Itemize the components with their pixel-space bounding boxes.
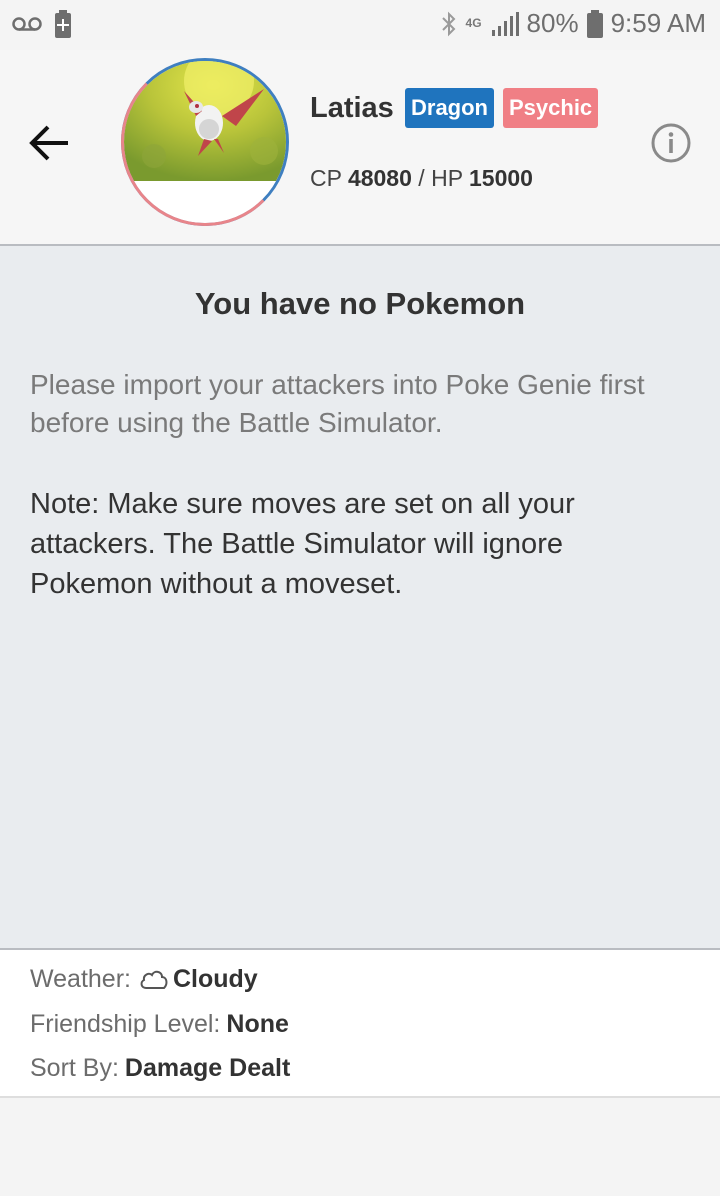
- sort-setting[interactable]: Sort By: Damage Dealt: [30, 1054, 290, 1083]
- pokemon-avatar: [121, 58, 289, 226]
- cp-label: CP: [310, 165, 342, 191]
- status-left: [12, 10, 72, 38]
- weather-setting[interactable]: Weather: Cloudy: [30, 965, 258, 994]
- stats-separator: /: [418, 165, 425, 191]
- hp-value: 15000: [469, 165, 533, 191]
- weather-label: Weather:: [30, 965, 131, 993]
- battery-saver-icon: [55, 10, 71, 38]
- pokemon-header: Latias Dragon Psychic CP 48080 / HP 1500…: [0, 50, 720, 246]
- voicemail-icon: [12, 17, 42, 31]
- info-icon[interactable]: [650, 122, 692, 164]
- pokemon-image: [124, 61, 286, 223]
- signal-icon: [491, 11, 519, 36]
- bluetooth-icon: [441, 11, 455, 36]
- battery-icon: [586, 9, 603, 38]
- type-badge-psychic: Psychic: [503, 88, 599, 128]
- status-right: 4G 80% 9:59 AM: [441, 8, 706, 39]
- back-arrow-icon[interactable]: [26, 120, 72, 166]
- hp-label: HP: [431, 165, 463, 191]
- sort-label: Sort By:: [30, 1054, 119, 1082]
- weather-value: Cloudy: [172, 965, 258, 993]
- empty-state-panel: You have no Pokemon Please import your a…: [0, 246, 720, 948]
- status-time: 9:59 AM: [610, 8, 706, 38]
- battery-percent: 80%: [526, 8, 579, 38]
- pokemon-name: Latias: [310, 92, 394, 124]
- empty-state-note: Note: Make sure moves are set on all you…: [30, 488, 575, 600]
- friendship-setting[interactable]: Friendship Level: None: [30, 1010, 289, 1039]
- pokemon-stats: CP 48080 / HP 15000: [310, 165, 533, 192]
- empty-state-message: Please import your attackers into Poke G…: [30, 369, 645, 438]
- cloud-icon: [140, 970, 168, 989]
- cp-value: 48080: [347, 165, 412, 191]
- network-type-label: 4G: [465, 16, 482, 30]
- battle-settings: Weather: Cloudy Friendship Level: None S…: [0, 948, 720, 1098]
- empty-state-title: You have no Pokemon: [194, 286, 526, 321]
- type-badge-dragon: Dragon: [405, 88, 494, 128]
- sort-value: Damage Dealt: [124, 1054, 291, 1082]
- friendship-label: Friendship Level:: [30, 1010, 221, 1038]
- friendship-value: None: [226, 1010, 289, 1038]
- status-bar: 4G 80% 9:59 AM: [0, 0, 720, 50]
- bottom-empty-area: [0, 1098, 720, 1196]
